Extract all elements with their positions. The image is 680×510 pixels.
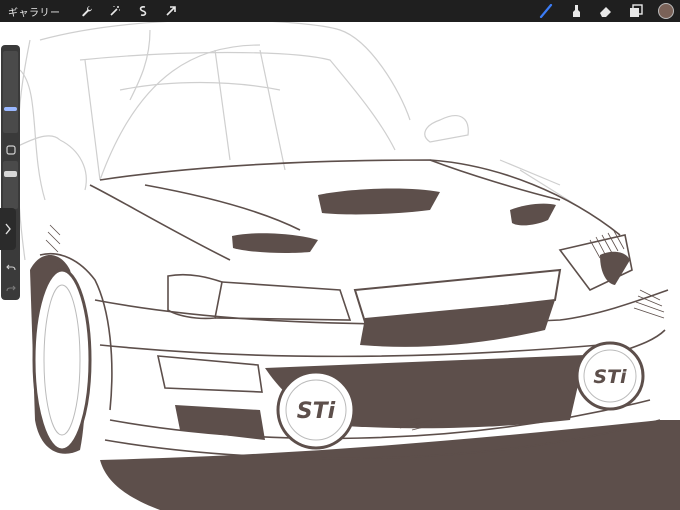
modify-button[interactable]	[3, 142, 18, 157]
car-shadow	[100, 420, 680, 510]
sti-badge-left: STi	[297, 399, 336, 424]
sidebar-expand-button[interactable]	[0, 208, 16, 250]
sti-badge-right: STi	[593, 366, 627, 388]
drawing-canvas[interactable]: STi STi	[0, 22, 680, 510]
selection-icon[interactable]	[135, 3, 151, 19]
eraser-icon[interactable]	[598, 3, 614, 19]
sketch-layer	[9, 22, 601, 261]
brush-size-thumb[interactable]	[4, 107, 17, 111]
gallery-button[interactable]: ギャラリー	[0, 4, 67, 19]
wheel	[32, 268, 92, 452]
opacity-thumb[interactable]	[4, 171, 17, 177]
redo-button[interactable]	[3, 281, 18, 296]
brush-icon[interactable]	[538, 3, 554, 19]
magic-wand-icon[interactable]	[107, 3, 123, 19]
opacity-slider[interactable]	[3, 161, 18, 209]
wrench-icon[interactable]	[79, 3, 95, 19]
undo-button[interactable]	[3, 260, 18, 275]
brush-size-slider[interactable]	[3, 51, 18, 133]
smudge-icon[interactable]	[568, 3, 584, 19]
layers-icon[interactable]	[628, 3, 644, 19]
color-swatch[interactable]	[658, 3, 674, 19]
chevron-right-icon	[5, 223, 11, 235]
transform-arrow-icon[interactable]	[163, 3, 179, 19]
left-sidebar	[1, 45, 20, 300]
top-toolbar: ギャラリー	[0, 0, 680, 22]
